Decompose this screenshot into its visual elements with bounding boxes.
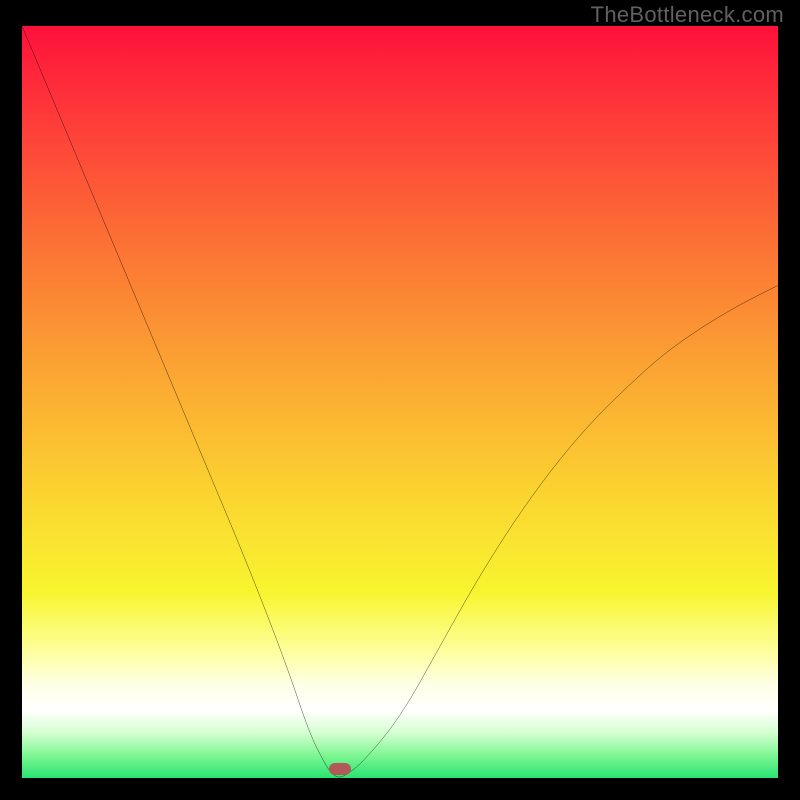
watermark-text: TheBottleneck.com: [591, 2, 784, 28]
chart-frame: TheBottleneck.com: [0, 0, 800, 800]
plot-area: [22, 26, 778, 778]
curve-layer: [22, 26, 778, 778]
bottleneck-curve: [22, 26, 778, 777]
min-marker-icon: [329, 763, 351, 775]
